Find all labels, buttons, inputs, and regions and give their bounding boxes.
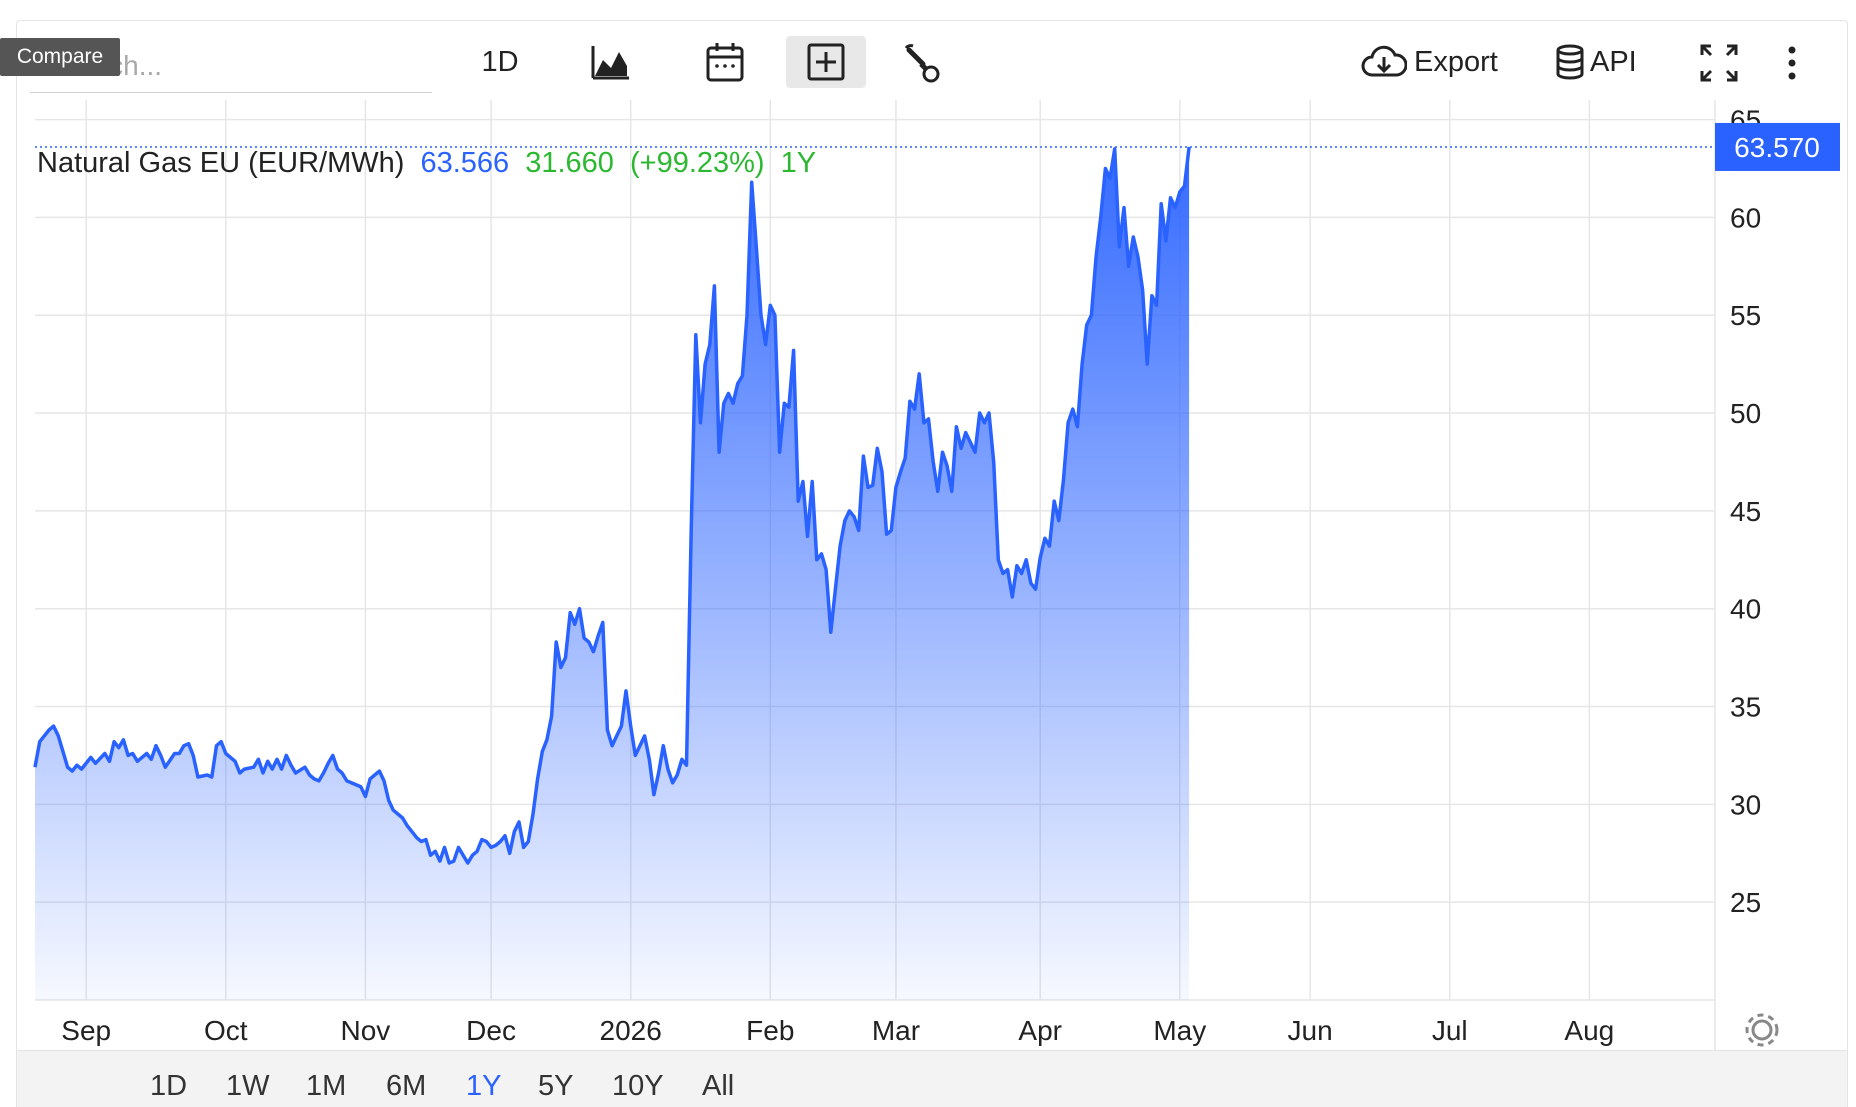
settings-icon[interactable]: [1745, 1013, 1779, 1047]
x-tick-label: Oct: [204, 1015, 248, 1046]
instrument-name: Natural Gas EU (EUR/MWh): [37, 147, 404, 179]
x-tick-label: 2026: [600, 1015, 662, 1046]
range-button-1d[interactable]: 1D: [150, 1070, 187, 1103]
x-tick-label: May: [1153, 1015, 1206, 1046]
y-tick-label: 60: [1730, 202, 1761, 233]
price-change: 31.660: [525, 147, 614, 179]
range-button-5y[interactable]: 5Y: [538, 1070, 573, 1103]
x-tick-label: Nov: [341, 1015, 391, 1046]
x-tick-label: Feb: [746, 1015, 794, 1046]
range-button-1m[interactable]: 1M: [306, 1070, 346, 1103]
chart-header: Natural Gas EU (EUR/MWh) 63.566 31.660 (…: [37, 147, 816, 179]
x-tick-label: Jun: [1288, 1015, 1333, 1046]
x-tick-label: Sep: [61, 1015, 111, 1046]
range-button-1y[interactable]: 1Y: [466, 1070, 501, 1103]
y-tick-label: 45: [1730, 496, 1761, 527]
y-tick-label: 40: [1730, 594, 1761, 625]
x-tick-label: Mar: [872, 1015, 920, 1046]
x-tick-label: Apr: [1018, 1015, 1062, 1046]
x-tick-label: Aug: [1564, 1015, 1614, 1046]
price-chart: 253035404550556065Sep Oct Nov Dec 2026 Feb Mar…: [33, 100, 1840, 1050]
range-button-1w[interactable]: 1W: [226, 1070, 270, 1103]
range-bar: [17, 1050, 1847, 1107]
range-button-10y[interactable]: 10Y: [612, 1070, 664, 1103]
last-price-label: 63.570: [1734, 132, 1820, 163]
x-tick-label: Dec: [466, 1015, 516, 1046]
x-tick-label: Jul: [1432, 1015, 1468, 1046]
y-tick-label: 50: [1730, 398, 1761, 429]
percent-change: (+99.23%): [630, 147, 765, 179]
y-tick-label: 55: [1730, 300, 1761, 331]
period-label: 1Y: [781, 147, 816, 179]
range-button-6m[interactable]: 6M: [386, 1070, 426, 1103]
y-tick-label: 25: [1730, 887, 1761, 918]
range-button-all[interactable]: All: [702, 1070, 734, 1103]
y-tick-label: 35: [1730, 692, 1761, 723]
y-tick-label: 30: [1730, 789, 1761, 820]
last-price: 63.566: [420, 147, 509, 179]
